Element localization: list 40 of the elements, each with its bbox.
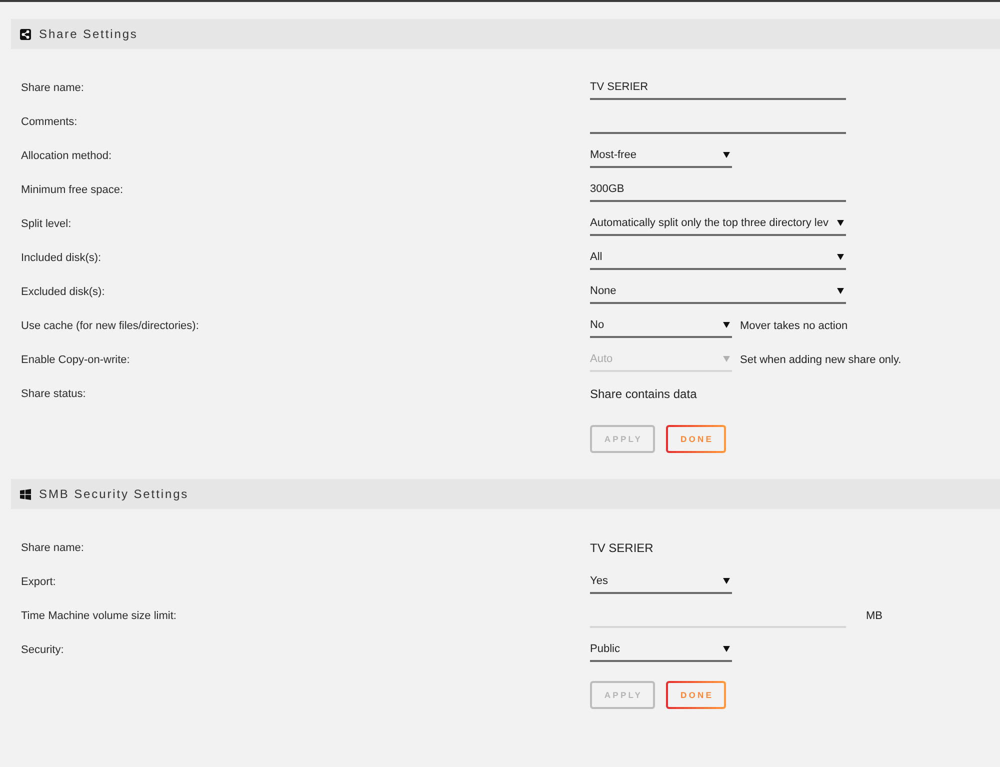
field-label: Allocation method: [21, 148, 112, 164]
dropdown-field[interactable]: Public [590, 638, 732, 662]
field-label: Excluded disk(s): [21, 284, 105, 300]
dropdown-field[interactable]: None [590, 280, 846, 304]
section-title: Share Settings [39, 26, 138, 43]
caret-icon [837, 220, 844, 226]
caret-icon [723, 578, 730, 584]
text-input-field[interactable]: 300GB [590, 178, 846, 202]
field-label: Time Machine volume size limit: [21, 608, 176, 624]
dropdown-field[interactable]: Most-free [590, 144, 732, 168]
hint-text: Set when adding new share only. [740, 352, 902, 368]
caret-icon [723, 646, 730, 652]
text-input-field[interactable]: TV SERIER [590, 76, 846, 100]
hint-text: Mover takes no action [740, 318, 848, 334]
field-label: Split level: [21, 216, 72, 232]
field-label: Share name: [21, 80, 84, 96]
windows-logo-icon [20, 488, 31, 500]
share-icon [20, 28, 31, 40]
caret-icon [837, 288, 844, 294]
caret-icon [723, 356, 730, 362]
field-label: Share name: [21, 540, 84, 556]
field-label: Comments: [21, 114, 78, 130]
field-label: Minimum free space: [21, 182, 124, 198]
caret-icon [723, 322, 730, 328]
caret-icon [723, 152, 730, 158]
field-label: Export: [21, 574, 56, 590]
field-label: Share status: [21, 386, 86, 402]
value-text: Share contains data [590, 386, 697, 403]
field-label: Enable Copy-on-write: [21, 352, 130, 368]
section-title: SMB Security Settings [39, 486, 189, 503]
caret-icon [837, 254, 844, 260]
field-label: Included disk(s): [21, 250, 102, 266]
dropdown-field[interactable]: All [590, 246, 846, 270]
field-label: Use cache (for new files/directories): [21, 318, 199, 334]
hint-text: MB [866, 608, 882, 624]
dropdown-field[interactable]: No [590, 314, 732, 338]
dropdown-field[interactable]: Yes [590, 570, 732, 594]
field-label: Security: [21, 642, 64, 658]
value-text: TV SERIER [590, 540, 654, 557]
dropdown-field[interactable]: Automatically split only the top three directory lev [590, 212, 846, 236]
